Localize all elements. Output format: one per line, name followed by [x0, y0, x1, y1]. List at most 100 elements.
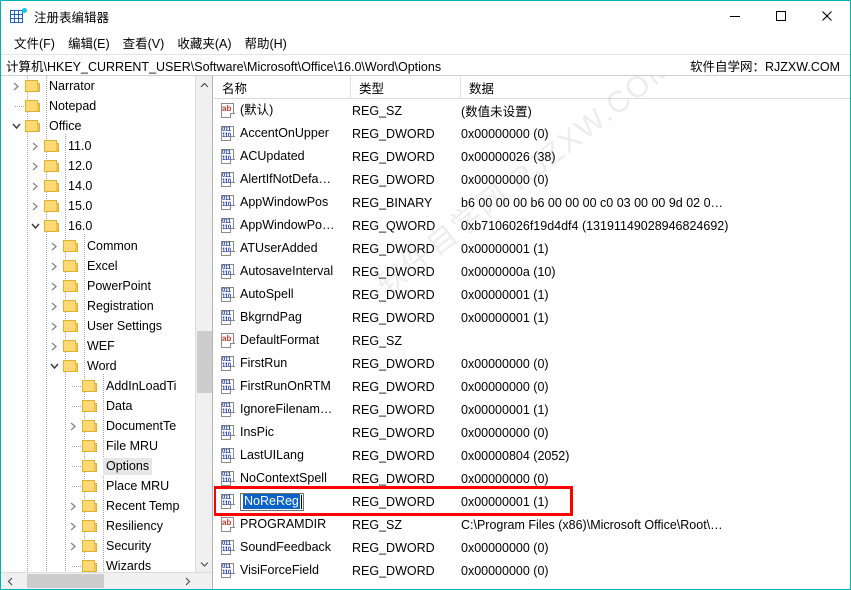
table-row[interactable]: 011110IgnoreFilenam…REG_DWORD0x00000001 …	[214, 398, 850, 421]
value-name-cell[interactable]: 011110NoContextSpell	[214, 470, 351, 487]
tree-item-word[interactable]: Word	[1, 356, 196, 376]
chevron-right-icon[interactable]	[46, 338, 62, 354]
registry-tree[interactable]: NarratorNotepadOffice11.012.014.015.016.…	[1, 76, 196, 572]
chevron-right-icon[interactable]	[46, 298, 62, 314]
tree-item-addinloadti[interactable]: AddInLoadTi	[1, 376, 196, 396]
table-row[interactable]: 011110BkgrndPagREG_DWORD0x00000001 (1)	[214, 306, 850, 329]
value-name-cell[interactable]: 011110AppWindowPos	[214, 194, 351, 211]
tree-item-notepad[interactable]: Notepad	[1, 96, 196, 116]
table-row[interactable]: 011110AccentOnUpperREG_DWORD0x00000000 (…	[214, 122, 850, 145]
tree-item-14-0[interactable]: 14.0	[1, 176, 196, 196]
value-name-cell[interactable]: 011110AccentOnUpper	[214, 125, 351, 142]
scroll-down-arrow[interactable]	[196, 555, 213, 572]
table-row[interactable]: 011110ATUserAddedREG_DWORD0x00000001 (1)	[214, 237, 850, 260]
tree-hscrollbar-thumb[interactable]	[27, 574, 104, 588]
value-name-cell[interactable]: 011110SoundFeedback	[214, 539, 351, 556]
value-name-cell[interactable]: 011110FirstRun	[214, 355, 351, 372]
chevron-right-icon[interactable]	[65, 498, 81, 514]
address-bar[interactable]: 计算机\HKEY_CURRENT_USER\Software\Microsoft…	[1, 54, 850, 76]
value-name-cell[interactable]: 011110InsPic	[214, 424, 351, 441]
value-name-cell[interactable]: 011110FirstRunOnRTM	[214, 378, 351, 395]
table-row[interactable]: 011110InsPicREG_DWORD0x00000000 (0)	[214, 421, 850, 444]
value-name-cell[interactable]: 011110BkgrndPag	[214, 309, 351, 326]
rename-input[interactable]: NoReReg	[240, 493, 304, 511]
tree-item-16-0[interactable]: 16.0	[1, 216, 196, 236]
tree-scrollbar-thumb[interactable]	[197, 331, 212, 393]
chevron-right-icon[interactable]	[27, 138, 43, 154]
close-button[interactable]	[804, 1, 850, 31]
tree-horizontal-scrollbar[interactable]	[1, 572, 213, 589]
tree-item-security[interactable]: Security	[1, 536, 196, 556]
minimize-button[interactable]	[712, 1, 758, 31]
table-row[interactable]: 011110NoReRegREG_DWORD0x00000001 (1)	[214, 490, 850, 513]
tree-item-documentte[interactable]: DocumentTe	[1, 416, 196, 436]
chevron-right-icon[interactable]	[65, 538, 81, 554]
value-name-cell[interactable]: 011110LastUILang	[214, 447, 351, 464]
tree-item-15-0[interactable]: 15.0	[1, 196, 196, 216]
chevron-right-icon[interactable]	[65, 418, 81, 434]
tree-item-wef[interactable]: WEF	[1, 336, 196, 356]
scroll-up-arrow[interactable]	[196, 76, 213, 93]
table-row[interactable]: 011110VisiForceFieldREG_DWORD0x00000000 …	[214, 559, 850, 582]
tree-item-resiliency[interactable]: Resiliency	[1, 516, 196, 536]
value-name-cell[interactable]: abDefaultFormat	[214, 332, 351, 349]
chevron-down-icon[interactable]	[46, 358, 62, 374]
chevron-right-icon[interactable]	[27, 198, 43, 214]
table-row[interactable]: abDefaultFormatREG_SZ	[214, 329, 850, 352]
chevron-right-icon[interactable]	[8, 78, 24, 94]
tree-item-user-settings[interactable]: User Settings	[1, 316, 196, 336]
tree-item-powerpoint[interactable]: PowerPoint	[1, 276, 196, 296]
table-row[interactable]: 011110FirstRunREG_DWORD0x00000000 (0)	[214, 352, 850, 375]
value-name-cell[interactable]: 011110ATUserAdded	[214, 240, 351, 257]
table-row[interactable]: 011110SoundFeedbackREG_DWORD0x00000000 (…	[214, 536, 850, 559]
table-row[interactable]: 011110AppWindowPosREG_BINARYb6 00 00 00 …	[214, 191, 850, 214]
tree-item-office[interactable]: Office	[1, 116, 196, 136]
chevron-right-icon[interactable]	[46, 318, 62, 334]
table-row[interactable]: 011110AlertIfNotDefa…REG_DWORD0x00000000…	[214, 168, 850, 191]
menu-edit[interactable]: 编辑(E)	[62, 31, 117, 54]
scroll-right-arrow[interactable]	[179, 573, 196, 589]
chevron-right-icon[interactable]	[46, 238, 62, 254]
tree-item-11-0[interactable]: 11.0	[1, 136, 196, 156]
chevron-right-icon[interactable]	[46, 278, 62, 294]
tree-item-excel[interactable]: Excel	[1, 256, 196, 276]
table-row[interactable]: abPROGRAMDIRREG_SZC:\Program Files (x86)…	[214, 513, 850, 536]
maximize-button[interactable]	[758, 1, 804, 31]
tree-item-narrator[interactable]: Narrator	[1, 76, 196, 96]
chevron-down-icon[interactable]	[27, 218, 43, 234]
tree-vertical-scrollbar[interactable]	[195, 76, 212, 572]
tree-item-12-0[interactable]: 12.0	[1, 156, 196, 176]
chevron-right-icon[interactable]	[46, 258, 62, 274]
menu-view[interactable]: 查看(V)	[117, 31, 172, 54]
table-row[interactable]: 011110ACUpdatedREG_DWORD0x00000026 (38)	[214, 145, 850, 168]
column-header-data[interactable]: 数据	[461, 76, 849, 99]
chevron-right-icon[interactable]	[27, 178, 43, 194]
table-row[interactable]: ab(默认)REG_SZ(数值未设置)	[214, 99, 850, 122]
table-row[interactable]: 011110AppWindowPo…REG_QWORD0xb7106026f19…	[214, 214, 850, 237]
chevron-right-icon[interactable]	[65, 518, 81, 534]
tree-item-common[interactable]: Common	[1, 236, 196, 256]
value-name-cell[interactable]: ab(默认)	[214, 102, 351, 119]
tree-item-place-mru[interactable]: Place MRU	[1, 476, 196, 496]
menu-help[interactable]: 帮助(H)	[238, 31, 293, 54]
column-header-type[interactable]: 类型	[351, 76, 461, 99]
scroll-left-arrow[interactable]	[1, 573, 18, 589]
chevron-down-icon[interactable]	[8, 118, 24, 134]
table-row[interactable]: 011110AutoSpellREG_DWORD0x00000001 (1)	[214, 283, 850, 306]
chevron-right-icon[interactable]	[27, 158, 43, 174]
value-name-cell[interactable]: 011110VisiForceField	[214, 562, 351, 579]
value-name-cell[interactable]: 011110IgnoreFilenam…	[214, 401, 351, 418]
value-name-cell[interactable]: 011110AutoSpell	[214, 286, 351, 303]
table-row[interactable]: 011110NoContextSpellREG_DWORD0x00000000 …	[214, 467, 850, 490]
value-name-cell[interactable]: 011110AlertIfNotDefa…	[214, 171, 351, 188]
value-name-cell[interactable]: 011110ACUpdated	[214, 148, 351, 165]
table-row[interactable]: 011110FirstRunOnRTMREG_DWORD0x00000000 (…	[214, 375, 850, 398]
tree-item-recent-temp[interactable]: Recent Temp	[1, 496, 196, 516]
tree-item-data[interactable]: Data	[1, 396, 196, 416]
tree-item-wizards[interactable]: Wizards	[1, 556, 196, 572]
value-name-cell[interactable]: abPROGRAMDIR	[214, 516, 351, 533]
table-row[interactable]: 011110LastUILangREG_DWORD0x00000804 (205…	[214, 444, 850, 467]
column-header-name[interactable]: 名称	[214, 76, 351, 99]
tree-item-registration[interactable]: Registration	[1, 296, 196, 316]
tree-item-file-mru[interactable]: File MRU	[1, 436, 196, 456]
